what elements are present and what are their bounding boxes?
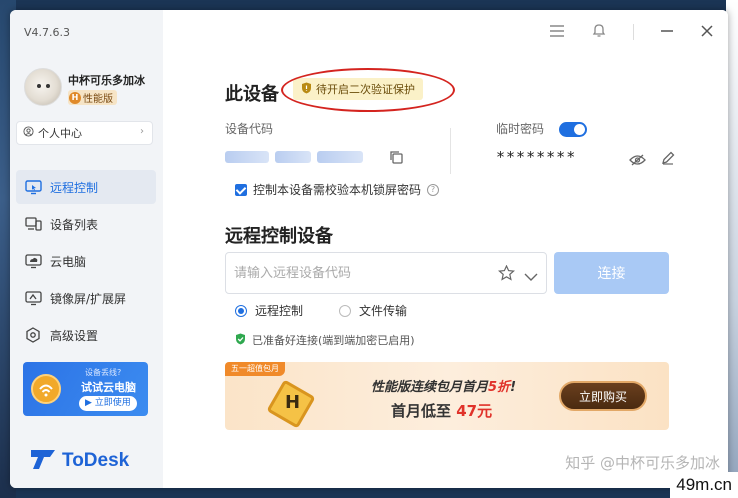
site-watermark: 49m.cn xyxy=(670,472,738,498)
promo-cta-label: 立即使用 xyxy=(94,398,131,408)
bell-icon[interactable] xyxy=(591,22,607,42)
star-icon[interactable] xyxy=(497,264,516,285)
avatar[interactable] xyxy=(24,68,62,106)
status-text: 已准备好连接(端到端加密已启用) xyxy=(252,334,415,347)
buy-now-button[interactable]: 立即购买 xyxy=(559,381,647,411)
connect-button[interactable]: 连接 xyxy=(554,252,669,294)
promo-line2: 试试云电脑 xyxy=(81,381,136,394)
sidebar-item-advanced-settings[interactable]: 高级设置 xyxy=(16,318,156,352)
banner-line2: 首月低至 47元 xyxy=(391,400,492,421)
remote-code-field[interactable] xyxy=(225,252,547,294)
username: 中杯可乐多加冰 xyxy=(68,74,145,87)
sidebar-item-label: 高级设置 xyxy=(50,328,99,343)
sidebar-item-label: 远程控制 xyxy=(50,180,99,195)
copy-icon[interactable] xyxy=(389,150,404,169)
todesk-logo: ToDesk xyxy=(30,448,129,474)
cloud-pc-promo[interactable]: 设备丢线? 试试云电脑 ▶ 立即使用 xyxy=(23,362,148,416)
todesk-logo-icon xyxy=(30,448,56,474)
menu-icon[interactable] xyxy=(549,23,565,42)
radio-selected[interactable] xyxy=(235,304,247,317)
device-info-divider xyxy=(450,128,451,174)
sidebar-item-label: 镜像屏/扩展屏 xyxy=(50,291,127,306)
device-code-blurred xyxy=(317,151,363,163)
settings-icon xyxy=(24,326,42,344)
banner-line2-highlight: 47元 xyxy=(456,402,493,420)
chevron-right-icon: › xyxy=(140,126,144,137)
todesk-window: V4.7.6.3 中杯可乐多加冰 H 性能版 个人中心 › 远程控制 设备列表 … xyxy=(10,10,728,488)
device-title: 此设备 xyxy=(225,84,279,105)
banner-line1-suffix: ! xyxy=(510,380,516,395)
device-list-icon xyxy=(24,215,42,233)
close-icon[interactable] xyxy=(700,23,714,42)
mode-remote-control[interactable]: 远程控制 xyxy=(235,302,303,319)
personal-center-label: 个人中心 xyxy=(38,127,82,140)
mode-radio-group: 远程控制 文件传输 xyxy=(235,302,407,319)
badge-letter: H xyxy=(285,392,301,413)
banner-line1-highlight: 5折 xyxy=(488,380,511,395)
sidebar-nav: 远程控制 设备列表 云电脑 镜像屏/扩展屏 高级设置 xyxy=(16,170,156,355)
promo-cta-button[interactable]: ▶ 立即使用 xyxy=(79,396,137,411)
remote-control-icon xyxy=(24,178,42,196)
sidebar-item-mirror-screen[interactable]: 镜像屏/扩展屏 xyxy=(16,281,156,315)
mode-label: 远程控制 xyxy=(255,304,304,318)
banner-line1-prefix: 性能版连续包月首月 xyxy=(371,380,489,395)
personal-center-button[interactable]: 个人中心 › xyxy=(16,121,153,145)
play-icon: ▶ xyxy=(85,398,92,408)
minimize-icon[interactable] xyxy=(660,23,674,42)
sidebar-item-cloud-pc[interactable]: 云电脑 xyxy=(16,244,156,278)
mirror-screen-icon xyxy=(24,289,42,307)
banner-tag: 五一超值包月 xyxy=(225,362,285,376)
device-code-label: 设备代码 xyxy=(225,122,274,136)
tier-badge: H 性能版 xyxy=(68,90,117,105)
temp-password-label: 临时密码 xyxy=(496,122,545,136)
sidebar: V4.7.6.3 中杯可乐多加冰 H 性能版 个人中心 › 远程控制 设备列表 … xyxy=(10,10,163,488)
connection-status: 已准备好连接(端到端加密已启用) xyxy=(235,332,415,348)
lock-check-row: 控制本设备需校验本机锁屏密码 ? xyxy=(235,181,440,198)
lock-screen-checkbox[interactable] xyxy=(235,183,247,196)
sidebar-item-remote-control[interactable]: 远程控制 xyxy=(16,170,156,204)
user-icon xyxy=(23,126,34,140)
radio-unselected[interactable] xyxy=(339,304,352,317)
edit-icon[interactable] xyxy=(661,150,675,169)
temp-password-value: ******** xyxy=(496,148,577,166)
sidebar-item-device-list[interactable]: 设备列表 xyxy=(16,207,156,241)
todesk-logo-text: ToDesk xyxy=(62,450,130,471)
eye-off-icon[interactable] xyxy=(629,151,646,170)
version-label: V4.7.6.3 xyxy=(24,26,71,39)
remote-code-input[interactable] xyxy=(226,253,476,293)
window-controls-divider xyxy=(633,24,634,40)
remote-title: 远程控制设备 xyxy=(225,226,333,247)
chevron-down-icon[interactable] xyxy=(524,267,538,286)
banner-line1: 性能版连续包月首月5折! xyxy=(371,376,516,395)
device-code-blurred xyxy=(275,151,311,163)
upgrade-banner[interactable]: 五一超值包月 H 性能版连续包月首月5折! 首月低至 47元 立即购买 xyxy=(225,362,669,430)
promo-coin-icon xyxy=(31,374,61,404)
help-icon[interactable]: ? xyxy=(427,183,440,196)
sidebar-item-label: 设备列表 xyxy=(50,217,99,232)
sidebar-item-label: 云电脑 xyxy=(50,254,87,269)
cloud-pc-icon xyxy=(24,252,42,270)
zhihu-watermark: 知乎 @中杯可乐多加冰 xyxy=(565,454,720,472)
device-code-blurred xyxy=(225,151,269,163)
mode-label: 文件传输 xyxy=(359,304,408,318)
main-panel: 此设备 待开启二次验证保护 设备代码 临时密码 ******** 控制本设备需校… xyxy=(163,10,728,488)
banner-line2-prefix: 首月低至 xyxy=(391,402,452,420)
annotation-circle xyxy=(281,68,455,112)
mode-file-transfer[interactable]: 文件传输 xyxy=(339,302,407,319)
tier-h-icon: H xyxy=(69,91,81,104)
window-controls xyxy=(549,22,714,42)
promo-line1: 设备丢线? xyxy=(85,368,122,377)
lock-check-label: 控制本设备需校验本机锁屏密码 xyxy=(253,183,422,197)
shield-check-icon xyxy=(235,333,246,348)
tier-label: 性能版 xyxy=(83,94,113,105)
temp-password-toggle[interactable] xyxy=(559,122,587,137)
